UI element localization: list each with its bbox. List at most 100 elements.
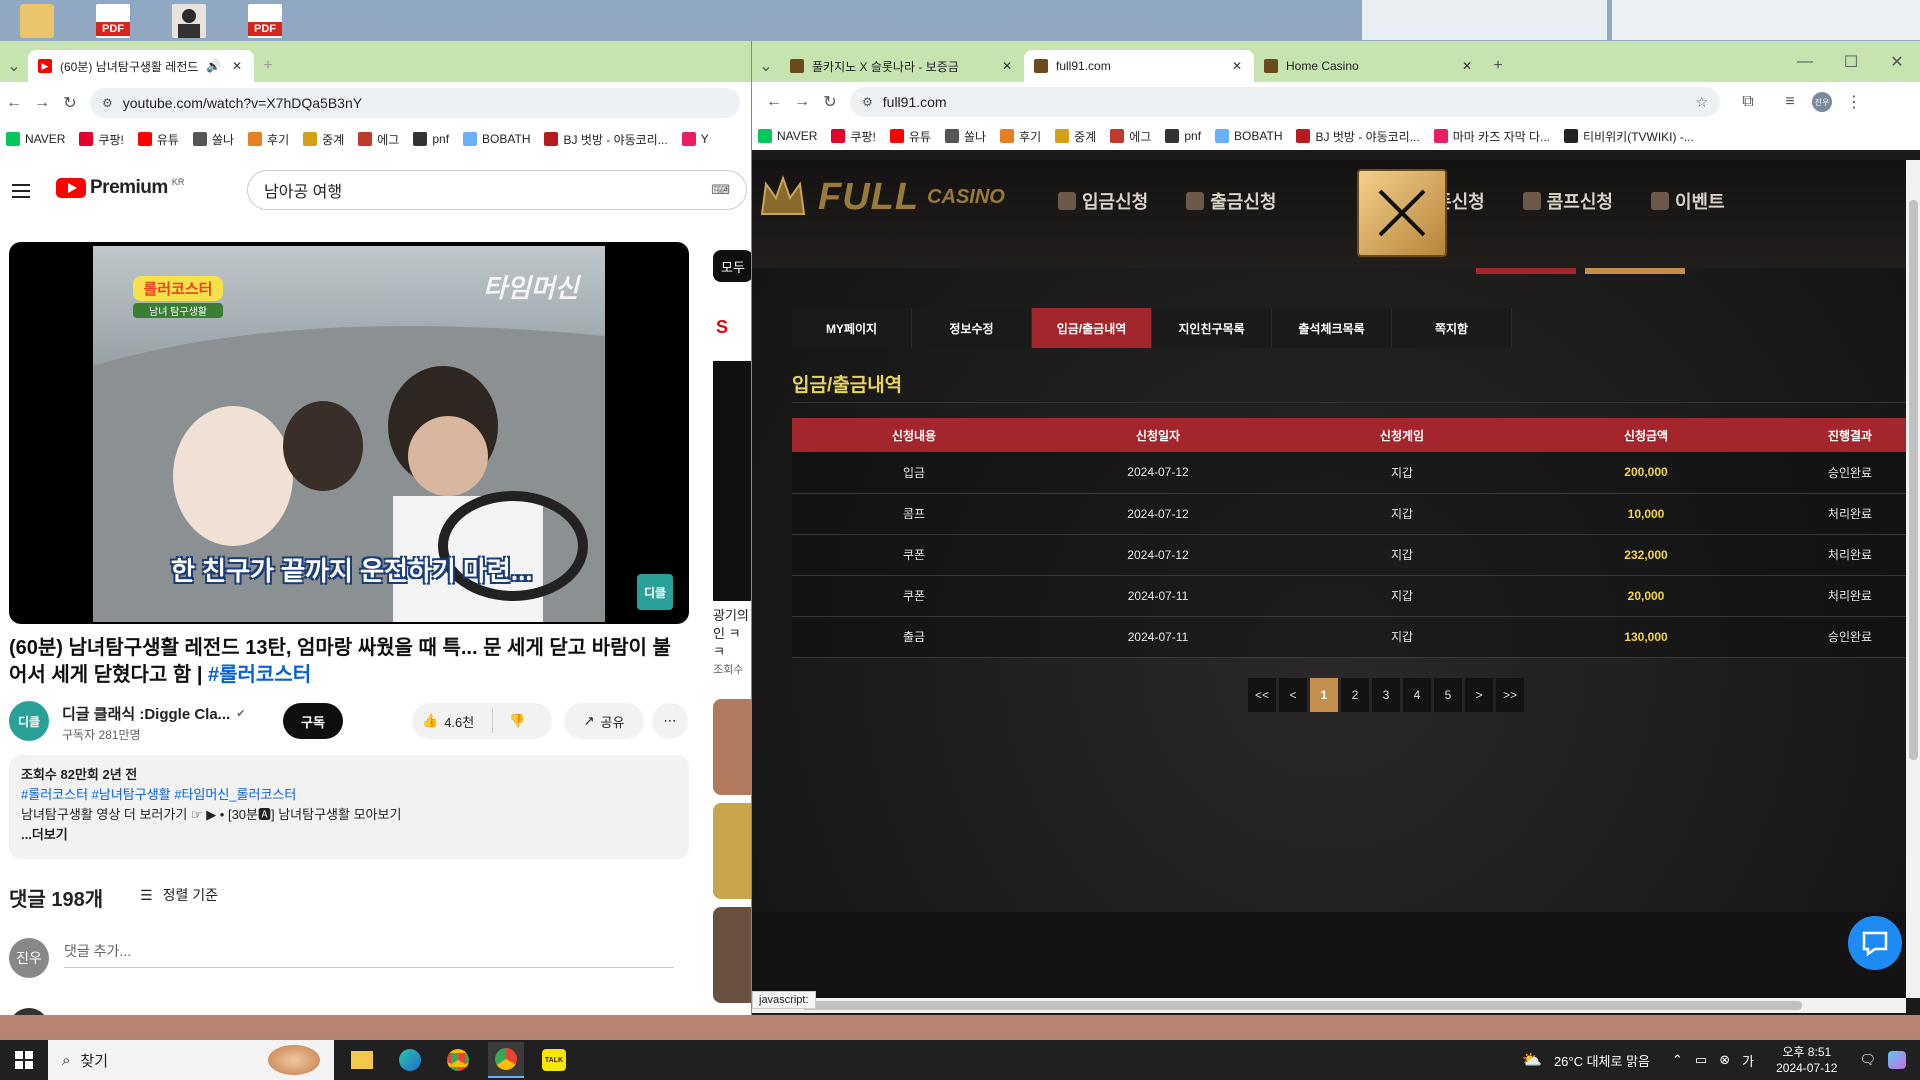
new-tab-button[interactable]: + [254, 50, 282, 82]
copilot-icon[interactable] [1888, 1051, 1906, 1069]
horizontal-scrollbar[interactable] [752, 998, 1906, 1013]
menu-item[interactable]: 출금신청 [1186, 188, 1277, 214]
bookmark-item[interactable]: 쏠나 [944, 128, 986, 145]
browser-tab[interactable]: 풀카지노 X 슬롯나라 - 보증금 ✕ [780, 50, 1024, 82]
close-tab-icon[interactable]: ✕ [1000, 59, 1014, 73]
shorts-thumbnail[interactable] [713, 803, 752, 899]
shorts-thumbnail[interactable] [713, 907, 752, 1003]
tray-chevron-icon[interactable]: ⌃ [1672, 1052, 1683, 1068]
reload-icon[interactable]: ↻ [816, 88, 844, 116]
subtab[interactable]: 출석체크목록 [1272, 308, 1392, 348]
subtab[interactable]: 지인친구목록 [1152, 308, 1272, 348]
bookmark-item[interactable]: 후기 [1000, 128, 1041, 145]
taskbar-search[interactable]: ⌕ 찾기 [48, 1040, 334, 1080]
clock[interactable]: 오후 8:51 2024-07-12 [1776, 1044, 1837, 1076]
bookmark-item[interactable]: 티비위키(TVWIKI) -... [1564, 128, 1694, 145]
shorts-thumbnail[interactable] [713, 699, 752, 795]
like-count[interactable]: 4.6천 [444, 712, 474, 731]
scrollbar-thumb[interactable] [1909, 200, 1918, 760]
commenter-avatar[interactable] [9, 1008, 49, 1015]
page-button[interactable]: 3 [1372, 678, 1400, 712]
pdf-file-icon[interactable]: PDF [96, 4, 130, 38]
bookmark-item[interactable]: 쏠나 [192, 131, 234, 148]
back-icon[interactable]: ← [760, 88, 788, 116]
profile-avatar[interactable]: 진우 [1812, 92, 1832, 112]
kakaotalk-icon[interactable]: TALK [536, 1042, 572, 1078]
address-bar[interactable]: ⚙ youtube.com/watch?v=X7hDQa5B3nY [90, 88, 740, 118]
folder-icon[interactable] [20, 4, 54, 38]
edge-icon[interactable] [392, 1042, 428, 1078]
close-tab-icon[interactable]: ✕ [1460, 59, 1474, 73]
bookmark-item[interactable]: BJ 벗방 - 야동코리... [544, 131, 668, 148]
tab-search-icon[interactable]: ⌄ [752, 50, 780, 82]
subtab[interactable]: MY페이지 [792, 308, 912, 348]
like-icon[interactable]: 👍 [422, 713, 438, 729]
subscribe-button[interactable]: 구독 [283, 703, 343, 739]
channel-avatar[interactable]: 디클 [9, 701, 49, 741]
start-button[interactable] [0, 1040, 48, 1080]
chat-bubble-icon[interactable] [1848, 916, 1902, 970]
bookmark-item[interactable]: BOBATH [463, 132, 530, 146]
minimize-icon[interactable]: — [1782, 48, 1828, 76]
video-title-hashtag[interactable]: #롤러코스터 [208, 664, 311, 686]
sort-button[interactable]: ☰ 정렬 기준 [140, 885, 218, 905]
speaker-icon[interactable]: 🔊 [206, 59, 221, 73]
page-button[interactable]: 5 [1434, 678, 1462, 712]
channel-watermark[interactable]: 디클 [637, 574, 673, 610]
bookmark-item[interactable]: 마마 카즈 자막 다... [1433, 128, 1550, 145]
recommended-thumbnail[interactable] [713, 361, 752, 601]
site-info-icon[interactable]: ⚙ [862, 95, 873, 109]
bookmark-item[interactable]: NAVER [758, 129, 817, 143]
bookmark-item[interactable]: 에그 [1110, 128, 1151, 145]
page-button[interactable]: > [1465, 678, 1493, 712]
reload-icon[interactable]: ↻ [56, 89, 84, 117]
close-tab-icon[interactable]: ✕ [1230, 59, 1244, 73]
menu-item[interactable]: 이벤트 [1651, 188, 1725, 214]
close-tab-icon[interactable]: ✕ [230, 59, 244, 73]
share-button[interactable]: ↗ 공유 [564, 703, 644, 739]
bookmark-item[interactable]: 중계 [1055, 128, 1096, 145]
tab-youtube[interactable]: ▶ (60분) 남녀탐구생활 레전드 🔊 ✕ [28, 50, 254, 82]
bookmark-item[interactable]: 후기 [248, 131, 289, 148]
shorts-icon[interactable]: S [716, 317, 728, 338]
page-button[interactable]: 4 [1403, 678, 1431, 712]
channel-name[interactable]: 디글 클래식 :Diggle Cla... [62, 703, 230, 724]
youtube-logo[interactable]: Premium KR [56, 177, 184, 199]
maximize-icon[interactable]: ☐ [1828, 48, 1874, 76]
chrome-icon[interactable] [440, 1042, 476, 1078]
page-button[interactable]: < [1279, 678, 1307, 712]
ime-icon[interactable]: 가 [1742, 1051, 1754, 1070]
file-explorer-icon[interactable] [344, 1042, 380, 1078]
subtab[interactable]: 쪽지함 [1392, 308, 1512, 348]
address-bar[interactable]: ⚙ full91.com ☆ [850, 87, 1720, 117]
recommended-text[interactable]: 광기의 인 ㅋㅋ 조회수 [713, 607, 752, 679]
comment-input[interactable]: 댓글 추가... [64, 941, 674, 968]
dislike-icon[interactable]: 👎 [509, 713, 525, 729]
forward-icon[interactable]: → [28, 89, 56, 117]
description-hashtags[interactable]: #롤러코스터 #남녀탐구생활 #타임머신_롤러코스터 [21, 785, 677, 805]
media-icon[interactable]: ≡ [1776, 88, 1804, 116]
forward-icon[interactable]: → [788, 88, 816, 116]
bookmark-star-icon[interactable]: ☆ [1695, 94, 1708, 111]
bookmark-item[interactable]: 쿠팡! [831, 128, 876, 145]
bookmark-item[interactable]: Y [681, 132, 709, 146]
bookmark-item[interactable]: 쿠팡! [79, 131, 124, 148]
bookmark-item[interactable]: 유튜 [137, 131, 179, 148]
close-window-icon[interactable]: ✕ [1874, 48, 1920, 76]
bookmark-item[interactable]: 에그 [358, 131, 399, 148]
page-button[interactable]: >> [1496, 678, 1524, 712]
browser-tab[interactable]: Home Casino ✕ [1254, 50, 1484, 82]
more-actions-button[interactable]: ⋯ [652, 703, 688, 739]
page-button[interactable]: 1 [1310, 678, 1338, 712]
bookmark-item[interactable]: 유튜 [889, 128, 931, 145]
site-info-icon[interactable]: ⚙ [102, 96, 113, 110]
mute-icon[interactable]: ⊗ [1719, 1052, 1730, 1068]
description-box[interactable]: 조회수 82만회 2년 전 #롤러코스터 #남녀탐구생활 #타임머신_롤러코스터… [9, 755, 689, 859]
scrollbar-thumb[interactable] [802, 1001, 1802, 1010]
subtab[interactable]: 입금/출금내역 [1032, 308, 1152, 348]
back-icon[interactable]: ← [0, 89, 28, 117]
tab-search-icon[interactable]: ⌄ [0, 50, 28, 82]
weather-text[interactable]: 26°C 대체로 맑음 [1554, 1051, 1650, 1070]
bookmark-item[interactable]: NAVER [6, 132, 65, 146]
bookmark-item[interactable]: BOBATH [1215, 129, 1282, 143]
